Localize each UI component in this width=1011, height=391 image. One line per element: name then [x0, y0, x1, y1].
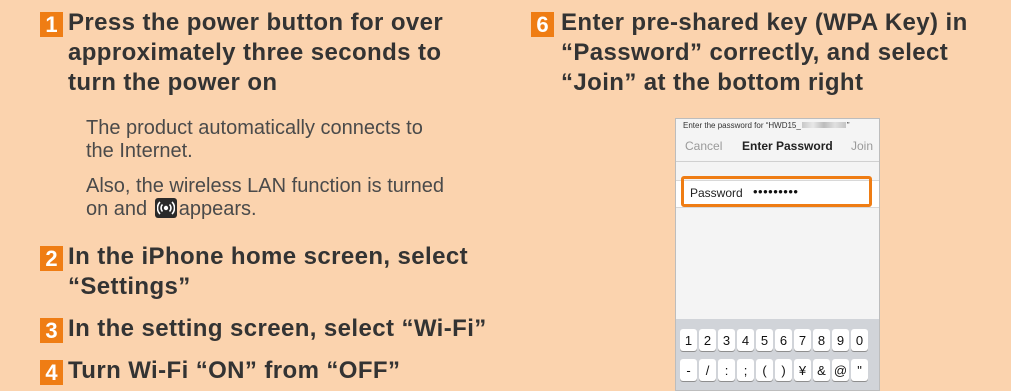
- step-4-heading-line: Turn Wi-Fi “ON” from “OFF”: [68, 357, 401, 384]
- step-1-paragraph-1: The product automatically connects to th…: [86, 117, 506, 163]
- key[interactable]: ": [851, 359, 868, 381]
- step-4-heading: Turn Wi-Fi “ON” from “OFF”: [68, 356, 508, 386]
- step-number-4: 4: [40, 360, 63, 385]
- step-3-heading: In the setting screen, select “Wi-Fi”: [68, 314, 508, 344]
- step-2-heading-line: “Settings”: [68, 273, 191, 300]
- paragraph-line: the Internet.: [86, 140, 193, 162]
- step-3-heading-line: In the setting screen, select “Wi-Fi”: [68, 315, 487, 342]
- paragraph-line: The product automatically connects to: [86, 117, 423, 139]
- key[interactable]: 6: [775, 329, 792, 351]
- password-prompt-text: Enter the password for “HWD15_: [683, 121, 801, 130]
- nav-bar: Cancel Enter Password Join: [676, 133, 879, 161]
- step-6-heading-line: “Join” at the bottom right: [561, 69, 864, 96]
- key[interactable]: 7: [794, 329, 811, 351]
- paragraph-text: on and: [86, 198, 148, 220]
- join-button[interactable]: Join: [851, 139, 873, 153]
- key[interactable]: 0: [851, 329, 868, 351]
- divider: [676, 161, 879, 162]
- paragraph-line: Also, the wireless LAN function is turne…: [86, 175, 444, 197]
- key[interactable]: 9: [832, 329, 849, 351]
- step-1-heading-line: turn the power on: [68, 69, 278, 96]
- keyboard-row-symbols: - / : ; ( ) ¥ & @ ": [680, 359, 868, 381]
- step-6-heading-line: “Password” correctly, and select: [561, 39, 949, 66]
- step-2-heading: In the iPhone home screen, select “Setti…: [68, 242, 508, 302]
- ssid-redacted: [801, 122, 846, 128]
- cancel-button[interactable]: Cancel: [685, 139, 722, 153]
- step-1-paragraph-2: Also, the wireless LAN function is turne…: [86, 175, 516, 221]
- step-number-2: 2: [40, 246, 63, 271]
- step-1-heading: Press the power button for over approxim…: [68, 8, 508, 98]
- key[interactable]: 4: [737, 329, 754, 351]
- iphone-password-screen: Enter the password for “HWD15_ ” Cancel E…: [675, 118, 880, 391]
- step-6-heading: Enter pre-shared key (WPA Key) in “Passw…: [561, 8, 1011, 98]
- key[interactable]: (: [756, 359, 773, 381]
- step-1-heading-line: Press the power button for over: [68, 9, 444, 36]
- key[interactable]: ;: [737, 359, 754, 381]
- nav-title: Enter Password: [742, 139, 833, 153]
- key[interactable]: 2: [699, 329, 716, 351]
- key[interactable]: 1: [680, 329, 697, 351]
- key[interactable]: @: [832, 359, 849, 381]
- key[interactable]: &: [813, 359, 830, 381]
- keyboard-row-numbers: 1 2 3 4 5 6 7 8 9 0: [680, 329, 868, 351]
- wireless-lan-icon: [154, 198, 177, 218]
- key[interactable]: /: [699, 359, 716, 381]
- key[interactable]: ¥: [794, 359, 811, 381]
- keyboard: 1 2 3 4 5 6 7 8 9 0 - / : ; ( ) ¥ & @ ": [676, 319, 879, 390]
- password-prompt-text: ”: [846, 121, 850, 130]
- step-2-heading-line: In the iPhone home screen, select: [68, 243, 468, 270]
- step-6-heading-line: Enter pre-shared key (WPA Key) in: [561, 9, 968, 36]
- password-prompt: Enter the password for “HWD15_ ”: [683, 121, 850, 130]
- key[interactable]: 8: [813, 329, 830, 351]
- paragraph-line: on and appears.: [86, 198, 516, 221]
- key[interactable]: :: [718, 359, 735, 381]
- key[interactable]: 3: [718, 329, 735, 351]
- step-number-3: 3: [40, 318, 63, 343]
- key[interactable]: -: [680, 359, 697, 381]
- step-number-6: 6: [531, 12, 554, 37]
- step-1-heading-line: approximately three seconds to: [68, 39, 442, 66]
- paragraph-text: appears.: [178, 198, 257, 220]
- password-highlight-frame: [681, 176, 872, 207]
- key[interactable]: ): [775, 359, 792, 381]
- step-number-1: 1: [40, 12, 63, 37]
- key[interactable]: 5: [756, 329, 773, 351]
